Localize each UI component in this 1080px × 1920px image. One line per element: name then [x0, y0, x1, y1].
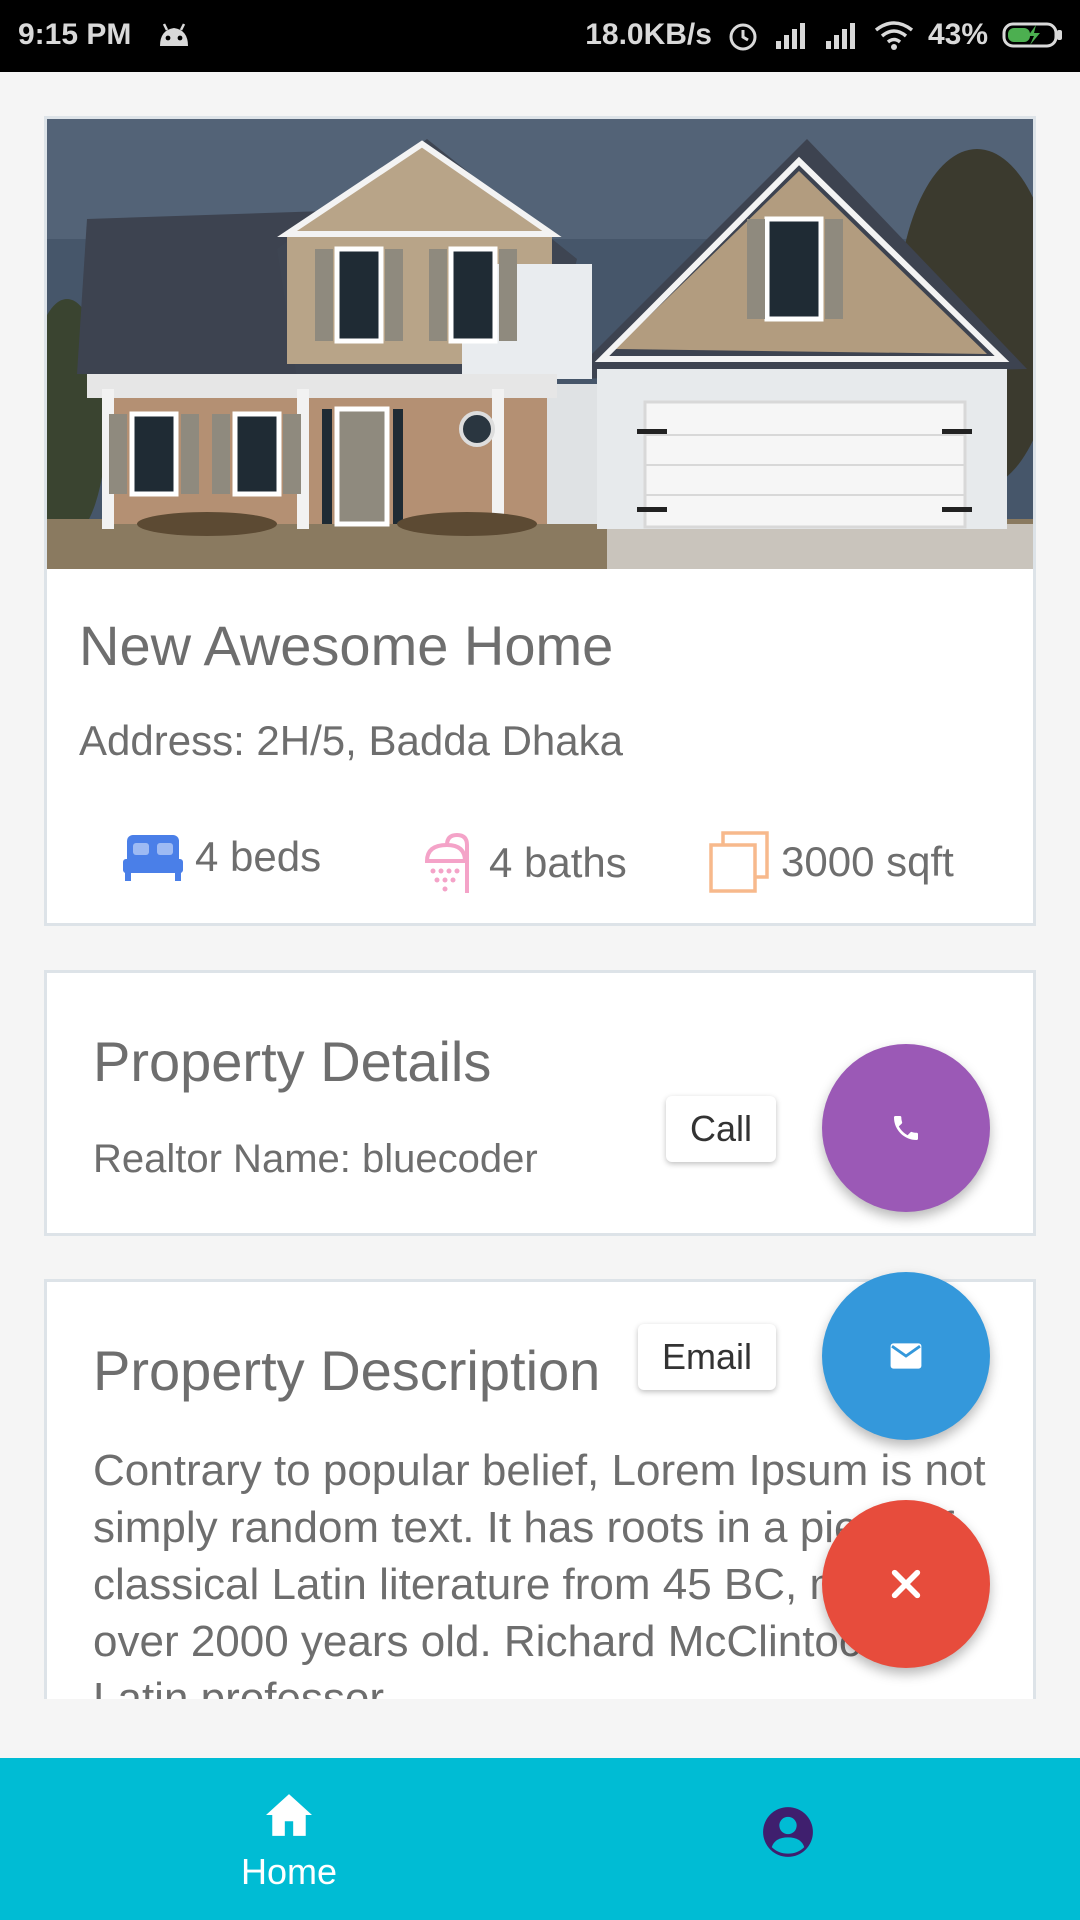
alarm-icon — [729, 23, 757, 51]
bottom-navigation: Home — [0, 1758, 1080, 1920]
android-debug-icon — [160, 23, 188, 46]
net-speed: 18.0KB/s — [585, 18, 712, 51]
battery-percent: 43% — [927, 18, 988, 51]
nav-home[interactable]: Home — [224, 1792, 354, 1893]
house-photo — [47, 119, 1033, 569]
call-label[interactable]: Call — [666, 1096, 777, 1162]
area-feature: 3000 sqft — [709, 831, 954, 893]
call-button[interactable] — [822, 1044, 990, 1212]
battery-charging-icon — [1002, 22, 1062, 48]
property-address: Address: 2H/5, Badda Dhaka — [79, 717, 623, 764]
account-icon — [763, 1807, 813, 1857]
area-icon — [709, 831, 769, 893]
close-icon — [891, 1569, 921, 1599]
signal-icon — [775, 23, 805, 49]
status-time: 9:15 PM — [18, 18, 132, 51]
realtor-name: Realtor Name: bluecoder — [93, 1137, 538, 1181]
wifi-icon — [874, 21, 914, 50]
close-fab-button[interactable] — [822, 1500, 990, 1668]
status-right: 18.0KB/s 43% — [585, 18, 1064, 52]
mail-icon — [890, 1343, 922, 1369]
phone-icon — [894, 1116, 918, 1140]
beds-feature: 4 beds — [123, 831, 321, 883]
nav-profile[interactable] — [762, 1806, 814, 1863]
bed-icon — [123, 835, 183, 881]
baths-feature: 4 baths — [421, 831, 627, 895]
email-button[interactable] — [822, 1272, 990, 1440]
property-features: 4 beds 4 baths 3000 sqft — [47, 831, 1033, 911]
details-heading: Property Details — [93, 1030, 492, 1093]
property-title: New Awesome Home — [79, 614, 614, 677]
shower-icon — [424, 832, 469, 893]
baths-label: 4 baths — [489, 839, 627, 886]
home-icon — [266, 1794, 312, 1836]
beds-label: 4 beds — [195, 833, 322, 880]
nav-home-label: Home — [240, 1851, 338, 1892]
property-card[interactable]: New Awesome Home Address: 2H/5, Badda Dh… — [44, 116, 1036, 926]
signal-icon-2 — [825, 23, 855, 49]
area-label: 3000 sqft — [781, 838, 954, 885]
status-bar: 9:15 PM 18.0KB/s 43% — [0, 0, 1080, 72]
description-heading: Property Description — [93, 1339, 601, 1402]
email-label[interactable]: Email — [638, 1324, 777, 1390]
